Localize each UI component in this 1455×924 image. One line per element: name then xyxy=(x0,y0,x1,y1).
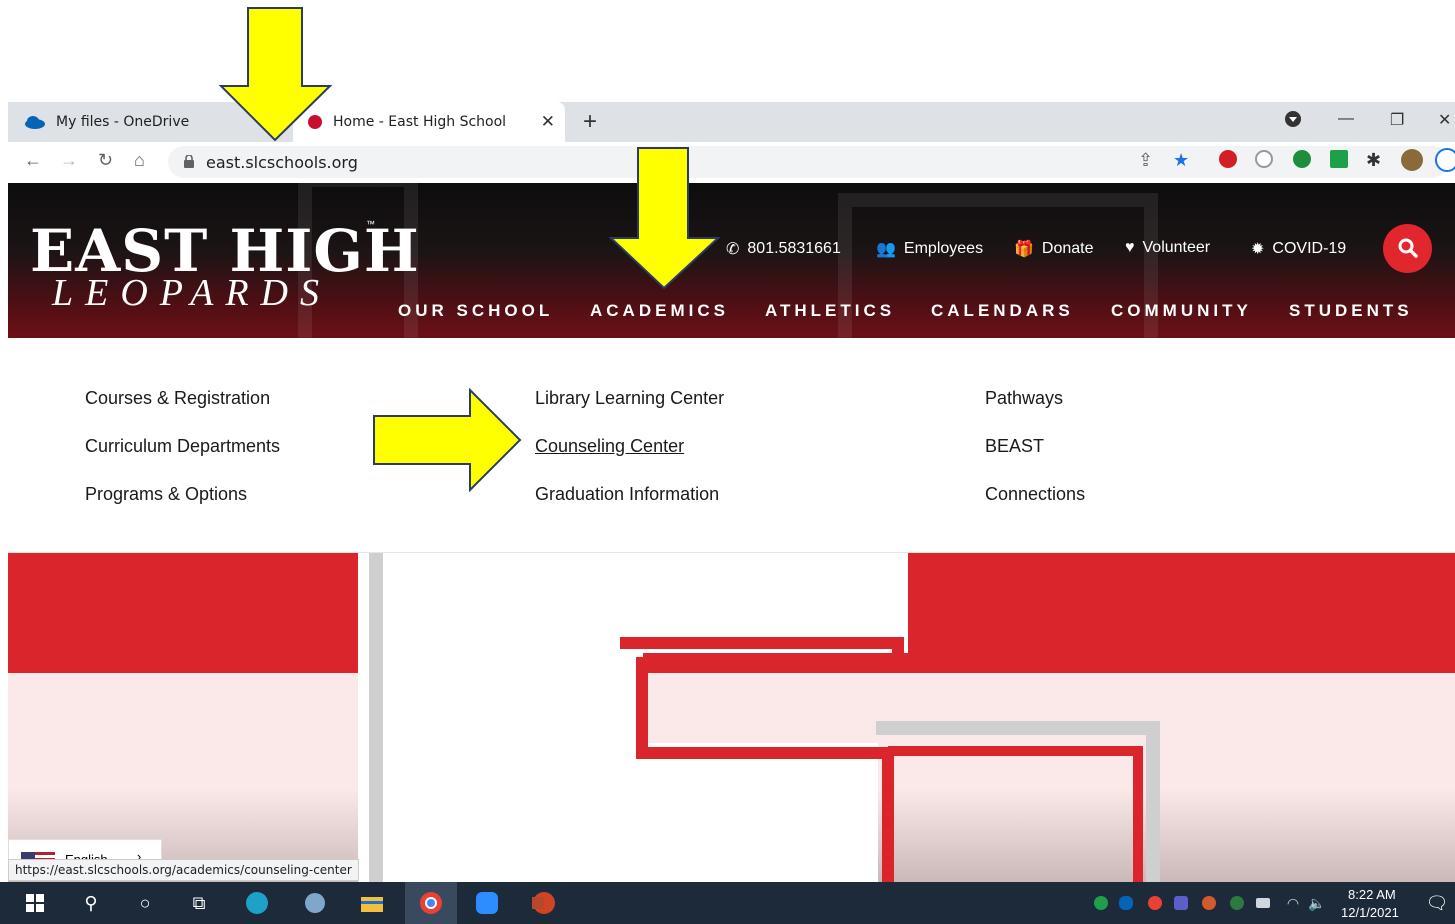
profile-menu-icon[interactable] xyxy=(1284,110,1302,133)
battery-icon[interactable] xyxy=(1256,898,1270,908)
hero-logo-graphic xyxy=(8,553,1455,883)
menu-students[interactable]: STUDENTS xyxy=(1289,301,1413,321)
link-connections[interactable]: Connections xyxy=(985,484,1085,505)
volume-icon[interactable]: 🔈 xyxy=(1304,891,1330,915)
tray-app-icon[interactable] xyxy=(1094,896,1108,910)
volunteer-label: Volunteer xyxy=(1142,239,1211,256)
virus-icon: ✹ xyxy=(1251,241,1265,258)
people-icon: 👥 xyxy=(876,241,896,258)
minimize-button[interactable]: — xyxy=(1338,110,1354,128)
tab-label: My files - OneDrive xyxy=(56,114,190,130)
covid-link[interactable]: ✹ COVID-19 xyxy=(1251,239,1346,259)
puzzle-icon[interactable]: ✱ xyxy=(1366,150,1381,171)
chrome-tray-icon[interactable] xyxy=(1148,896,1162,910)
reload-icon[interactable]: ↻ xyxy=(98,150,113,171)
zoom-icon[interactable] xyxy=(474,891,500,915)
extension-green-icon[interactable] xyxy=(1293,150,1311,168)
back-icon[interactable]: ← xyxy=(24,150,42,171)
arrow-down-annotation xyxy=(218,7,333,142)
snipping-tool-icon[interactable] xyxy=(302,891,328,915)
security-tray-icon[interactable] xyxy=(1230,896,1244,910)
menu-community[interactable]: COMMUNITY xyxy=(1111,301,1252,321)
windows-taskbar: ⚲ ○ ⧉ ◠ 🔈 8:22 AM 12/1/2021 🗨 xyxy=(0,882,1455,924)
volunteer-link[interactable]: ♥ Volunteer xyxy=(1125,239,1210,257)
donate-label: Donate xyxy=(1041,240,1094,257)
star-icon[interactable]: ★ xyxy=(1173,150,1189,171)
tray-app-icon[interactable] xyxy=(1202,896,1216,910)
link-counseling-center[interactable]: Counseling Center xyxy=(535,436,684,457)
clock-date[interactable]: 12/1/2021 xyxy=(1341,905,1399,920)
gift-icon: 🎁 xyxy=(1014,241,1034,258)
onedrive-tray-icon[interactable] xyxy=(1119,896,1133,910)
academics-dropdown: Courses & Registration Curriculum Depart… xyxy=(8,338,1455,553)
wifi-icon[interactable]: ◠ xyxy=(1280,891,1306,915)
new-tab-button[interactable]: + xyxy=(583,108,597,136)
link-programs-options[interactable]: Programs & Options xyxy=(85,484,247,505)
powerpoint-icon[interactable] xyxy=(530,891,556,915)
notifications-icon[interactable]: 🗨 xyxy=(1424,891,1450,915)
clock-time[interactable]: 8:22 AM xyxy=(1348,887,1396,902)
trademark: ™ xyxy=(366,219,375,229)
logo-text-bottom[interactable]: LEOPARDS xyxy=(52,271,331,315)
browser-toolbar: ← → ↻ ⌂ east.slcschools.org ⇪ ★ ✱ xyxy=(8,142,1455,182)
menu-athletics[interactable]: ATHLETICS xyxy=(765,301,895,321)
close-tab-icon[interactable]: ✕ xyxy=(541,112,555,132)
menu-icon[interactable] xyxy=(1435,148,1455,172)
phone-number: 801.5831661 xyxy=(747,240,841,257)
arrow-down-annotation xyxy=(608,147,721,290)
status-bar-url: https://east.slcschools.org/academics/co… xyxy=(8,859,359,881)
url-text: east.slcschools.org xyxy=(206,153,358,172)
site-header: EAST HIGH LEOPARDS ™ ✆ 801.5831661 👥 Emp… xyxy=(8,183,1455,338)
menu-calendars[interactable]: CALENDARS xyxy=(931,301,1074,321)
home-icon[interactable]: ⌂ xyxy=(134,150,145,171)
checkmark-extension-icon[interactable] xyxy=(1330,150,1348,168)
link-courses-registration[interactable]: Courses & Registration xyxy=(85,388,270,409)
menu-our-school[interactable]: OUR SCHOOL xyxy=(398,301,553,321)
phone-icon: ✆ xyxy=(726,241,740,258)
adblock-icon[interactable] xyxy=(1219,150,1237,168)
link-pathways[interactable]: Pathways xyxy=(985,388,1063,409)
share-icon[interactable]: ⇪ xyxy=(1138,150,1153,171)
heart-hand-icon: ♥ xyxy=(1125,239,1135,256)
link-curriculum-departments[interactable]: Curriculum Departments xyxy=(85,436,280,457)
extension-icon[interactable] xyxy=(1255,150,1273,168)
donate-link[interactable]: 🎁 Donate xyxy=(1014,239,1094,259)
search-icon xyxy=(1398,238,1418,258)
windows-start-icon[interactable] xyxy=(22,891,48,915)
search-icon[interactable]: ⚲ xyxy=(78,891,104,915)
arrow-right-annotation xyxy=(373,388,522,492)
close-window-button[interactable]: ✕ xyxy=(1438,110,1451,130)
restore-button[interactable]: ❐ xyxy=(1390,110,1404,130)
profile-icon[interactable] xyxy=(1401,149,1423,171)
onedrive-icon xyxy=(25,116,45,129)
tab-label: Home - East High School xyxy=(333,114,507,130)
chrome-icon[interactable] xyxy=(418,891,444,915)
teams-tray-icon[interactable] xyxy=(1174,896,1188,910)
phone-link[interactable]: ✆ 801.5831661 xyxy=(726,239,841,259)
link-graduation-information[interactable]: Graduation Information xyxy=(535,484,719,505)
covid-label: COVID-19 xyxy=(1272,240,1347,257)
employees-label: Employees xyxy=(903,240,984,257)
forward-icon[interactable]: → xyxy=(60,150,78,171)
edge-icon[interactable] xyxy=(244,891,270,915)
lock-icon xyxy=(184,155,194,168)
task-view-icon[interactable]: ⧉ xyxy=(186,891,212,915)
link-beast[interactable]: BEAST xyxy=(985,436,1044,457)
menu-academics[interactable]: ACADEMICS xyxy=(590,301,729,321)
search-button[interactable] xyxy=(1383,224,1432,273)
employees-link[interactable]: 👥 Employees xyxy=(876,239,983,259)
cortana-icon[interactable]: ○ xyxy=(132,891,158,915)
hero-image xyxy=(8,553,1455,883)
file-explorer-icon[interactable] xyxy=(359,891,385,915)
link-library-learning-center[interactable]: Library Learning Center xyxy=(535,388,724,409)
